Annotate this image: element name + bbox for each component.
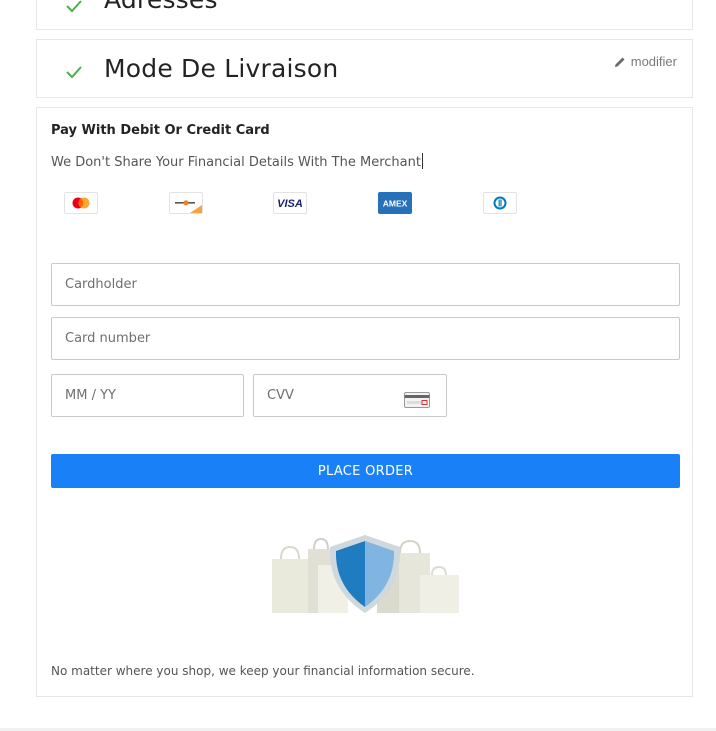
discover-icon xyxy=(169,192,203,214)
place-order-button[interactable]: PLACE ORDER xyxy=(51,454,680,488)
cardholder-input[interactable] xyxy=(51,263,680,306)
check-icon xyxy=(66,66,82,79)
expiry-input[interactable] xyxy=(51,374,244,417)
step-livraison: Mode De Livraison modifier xyxy=(36,39,693,98)
shield-bags-illustration xyxy=(272,535,459,613)
amex-label: AMEX xyxy=(383,199,408,209)
payment-title: Pay With Debit Or Credit Card xyxy=(51,123,270,138)
secure-message: No matter where you shop, we keep your f… xyxy=(51,664,475,678)
amex-icon: AMEX xyxy=(378,192,412,214)
modifier-label: modifier xyxy=(630,54,677,69)
modifier-link[interactable]: modifier xyxy=(614,54,677,69)
cvv-card-icon xyxy=(404,392,430,408)
step-adresses: Adresses xyxy=(36,0,693,30)
step-title: Adresses xyxy=(104,0,218,14)
visa-label: VISA xyxy=(277,198,303,210)
pencil-icon xyxy=(614,57,625,67)
payment-subtitle: We Don't Share Your Financial Details Wi… xyxy=(51,153,423,170)
diners-icon xyxy=(483,192,517,214)
check-icon xyxy=(66,0,82,13)
step-title: Mode De Livraison xyxy=(104,54,339,83)
payment-panel: Pay With Debit Or Credit Card We Don't S… xyxy=(36,107,693,697)
text-caret xyxy=(421,153,423,169)
visa-icon: VISA xyxy=(273,192,307,214)
mastercard-icon xyxy=(64,192,98,214)
card-number-input[interactable] xyxy=(51,317,680,360)
payment-subtitle-text: We Don't Share Your Financial Details Wi… xyxy=(51,155,421,170)
